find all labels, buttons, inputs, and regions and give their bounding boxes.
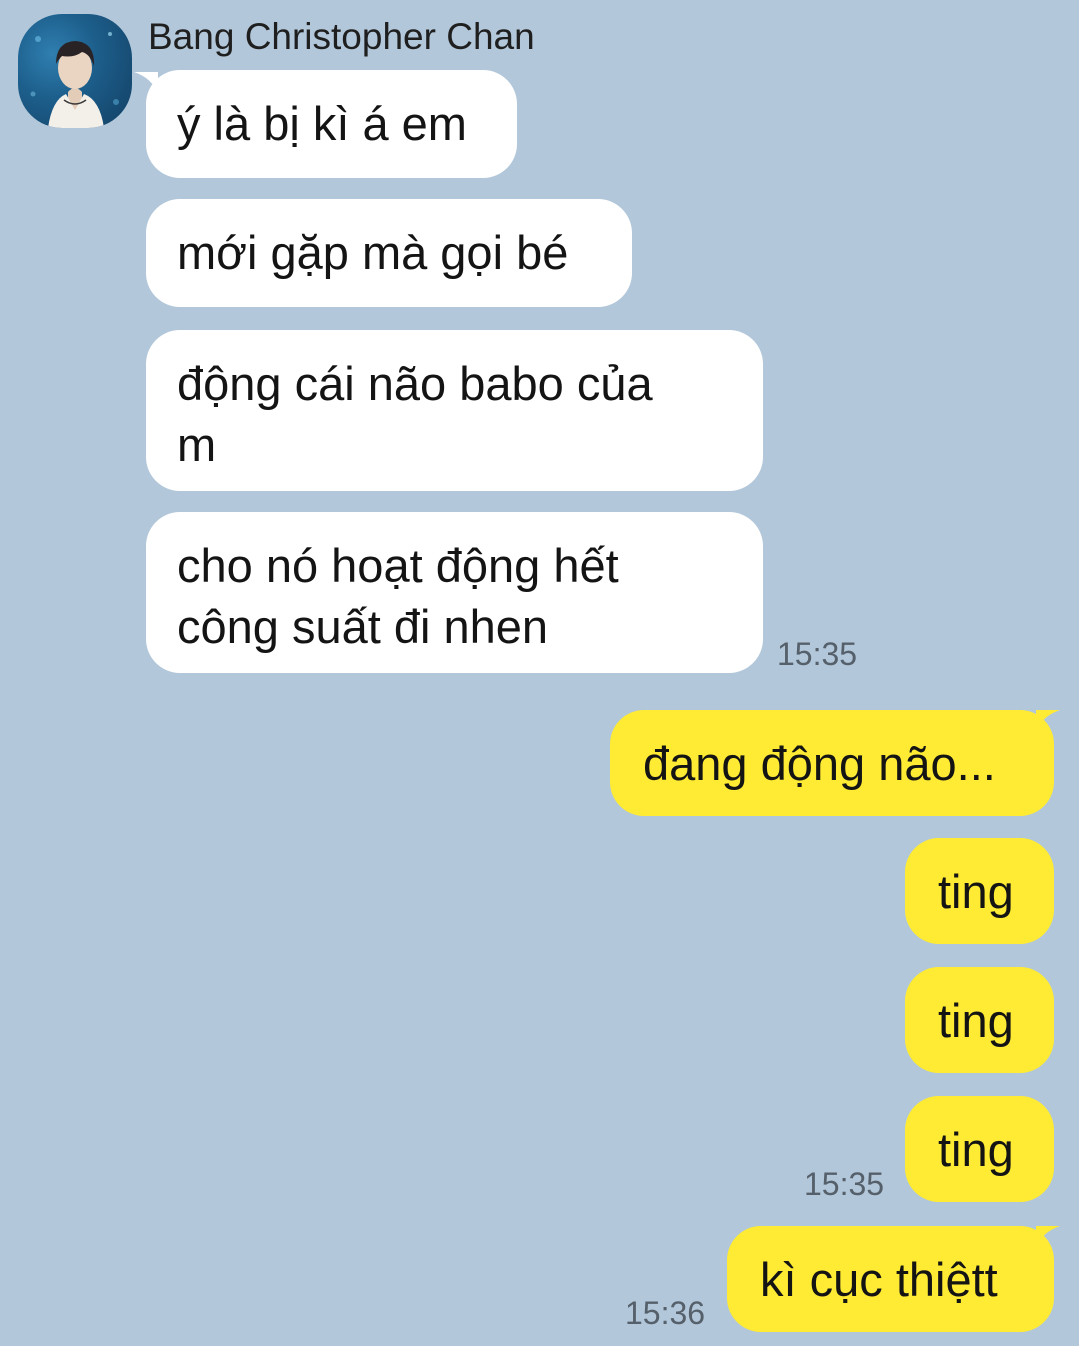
sender-name: Bang Christopher Chan	[148, 16, 535, 57]
outgoing-message[interactable]: ting	[905, 838, 1054, 944]
message-line: kì cục thiệtt	[760, 1253, 998, 1306]
message-line: công suất đi nhen	[177, 600, 549, 653]
message-line: m	[177, 418, 217, 471]
incoming-message[interactable]: ý là bị kì á em	[146, 70, 517, 178]
incoming-message[interactable]: mới gặp mà gọi bé	[146, 199, 632, 307]
outgoing-message[interactable]: ting	[905, 967, 1054, 1073]
profile-photo-icon	[30, 32, 119, 128]
message-line: ting	[938, 994, 1014, 1047]
bubble-tail	[1036, 710, 1060, 734]
incoming-message[interactable]: cho nó hoạt động hết công suất đi nhen	[146, 512, 763, 673]
outgoing-message[interactable]: ting	[905, 1096, 1054, 1202]
outgoing-message[interactable]: kì cục thiệtt	[727, 1226, 1054, 1332]
message-line: ting	[938, 1123, 1014, 1176]
incoming-message[interactable]: động cái não babo của m	[146, 330, 763, 491]
message-line: ting	[938, 865, 1014, 918]
message-timestamp: 15:35	[777, 636, 858, 672]
message-timestamp: 15:35	[804, 1166, 885, 1202]
outgoing-message[interactable]: đang động não...	[610, 710, 1054, 816]
message-line: cho nó hoạt động hết	[177, 539, 619, 592]
message-line: động cái não babo của	[177, 357, 653, 410]
message-line: ý là bị kì á em	[177, 97, 467, 150]
message-timestamp: 15:36	[625, 1295, 706, 1331]
message-line: mới gặp mà gọi bé	[177, 226, 569, 279]
bubble-tail	[1036, 1226, 1060, 1250]
sender-avatar[interactable]	[18, 14, 132, 128]
message-line: đang động não...	[643, 737, 996, 790]
